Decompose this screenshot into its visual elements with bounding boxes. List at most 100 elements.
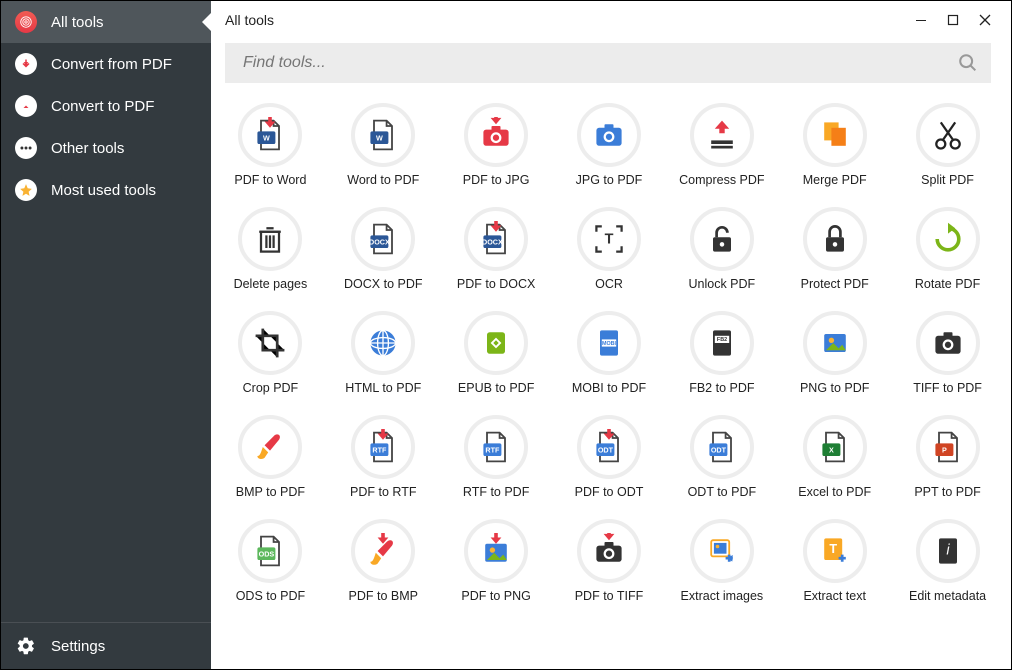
tool-tiff-to-pdf[interactable]: TIFF to PDF <box>892 303 1003 403</box>
svg-text:MOBI: MOBI <box>602 341 617 347</box>
tool-word-to-pdf[interactable]: W Word to PDF <box>328 95 439 195</box>
tool-ocr[interactable]: T OCR <box>554 199 665 299</box>
tool-pdf-to-docx[interactable]: DOCX PDF to DOCX <box>441 199 552 299</box>
camera-down-icon <box>464 103 528 167</box>
tool-pdf-to-rtf[interactable]: RTF PDF to RTF <box>328 407 439 507</box>
tool-epub-to-pdf[interactable]: EPUB to PDF <box>441 303 552 403</box>
word-icon: W <box>351 103 415 167</box>
tool-pdf-to-odt[interactable]: ODT PDF to ODT <box>554 407 665 507</box>
svg-text:FB2: FB2 <box>717 337 727 343</box>
svg-text:RTF: RTF <box>486 445 501 454</box>
tool-pdf-to-jpg[interactable]: PDF to JPG <box>441 95 552 195</box>
png-down-icon <box>464 519 528 583</box>
tool-rotate-pdf[interactable]: Rotate PDF <box>892 199 1003 299</box>
tool-fb2-to-pdf[interactable]: FB2 FB2 to PDF <box>666 303 777 403</box>
brush-icon <box>238 415 302 479</box>
tool-png-to-pdf[interactable]: PNG to PDF <box>779 303 890 403</box>
mobi-icon: MOBI <box>577 311 641 375</box>
main-panel: All tools W PDF to Word W Word to PDF PD… <box>211 1 1011 669</box>
maximize-button[interactable] <box>937 8 969 32</box>
sidebar-item-other-tools[interactable]: Other tools <box>1 127 211 169</box>
rotate-icon <box>916 207 980 271</box>
tool-rtf-to-pdf[interactable]: RTF RTF to PDF <box>441 407 552 507</box>
svg-text:DOCX: DOCX <box>482 237 503 246</box>
tool-split-pdf[interactable]: Split PDF <box>892 95 1003 195</box>
svg-text:ODT: ODT <box>711 445 727 454</box>
tool-odt-to-pdf[interactable]: ODT ODT to PDF <box>666 407 777 507</box>
lock-icon <box>803 207 867 271</box>
odt-icon: ODT <box>690 415 754 479</box>
close-button[interactable] <box>969 8 1001 32</box>
tool-label: Compress PDF <box>679 173 764 187</box>
tool-label: Word to PDF <box>347 173 419 187</box>
tool-label: PDF to BMP <box>349 589 418 603</box>
tool-label: Protect PDF <box>801 277 869 291</box>
sidebar-item-label: Most used tools <box>51 182 156 199</box>
tool-label: Merge PDF <box>803 173 867 187</box>
tool-jpg-to-pdf[interactable]: JPG to PDF <box>554 95 665 195</box>
tool-html-to-pdf[interactable]: HTML to PDF <box>328 303 439 403</box>
tool-pdf-to-word[interactable]: W PDF to Word <box>215 95 326 195</box>
tool-ods-to-pdf[interactable]: ODS ODS to PDF <box>215 511 326 611</box>
tool-pdf-to-png[interactable]: PDF to PNG <box>441 511 552 611</box>
tool-extract-text[interactable]: T Extract text <box>779 511 890 611</box>
tool-label: EPUB to PDF <box>458 381 534 395</box>
tool-compress-pdf[interactable]: Compress PDF <box>666 95 777 195</box>
tool-label: PNG to PDF <box>800 381 869 395</box>
arrow-up-icon <box>15 95 37 117</box>
sidebar-item-convert-to-pdf[interactable]: Convert to PDF <box>1 85 211 127</box>
tool-pdf-to-tiff[interactable]: PDF to TIFF <box>554 511 665 611</box>
svg-text:ODT: ODT <box>598 445 614 454</box>
svg-text:RTF: RTF <box>373 445 388 454</box>
fb2-icon: FB2 <box>690 311 754 375</box>
extract-img-icon <box>690 519 754 583</box>
unlock-icon <box>690 207 754 271</box>
rtf-down-icon: RTF <box>351 415 415 479</box>
rtf-icon: RTF <box>464 415 528 479</box>
tool-pdf-to-bmp[interactable]: PDF to BMP <box>328 511 439 611</box>
tool-label: HTML to PDF <box>345 381 421 395</box>
tool-label: PPT to PDF <box>914 485 980 499</box>
trash-icon <box>238 207 302 271</box>
svg-text:W: W <box>263 133 270 142</box>
sidebar-item-most-used-tools[interactable]: Most used tools <box>1 169 211 211</box>
tool-protect-pdf[interactable]: Protect PDF <box>779 199 890 299</box>
tool-label: DOCX to PDF <box>344 277 423 291</box>
tool-extract-images[interactable]: Extract images <box>666 511 777 611</box>
tool-crop-pdf[interactable]: Crop PDF <box>215 303 326 403</box>
tool-excel-to-pdf[interactable]: X Excel to PDF <box>779 407 890 507</box>
odt-down-icon: ODT <box>577 415 641 479</box>
settings-button[interactable]: Settings <box>1 623 211 669</box>
dots-icon <box>15 137 37 159</box>
minimize-button[interactable] <box>905 8 937 32</box>
tool-label: PDF to DOCX <box>457 277 536 291</box>
search-input[interactable] <box>225 43 991 83</box>
tool-label: MOBI to PDF <box>572 381 646 395</box>
svg-text:W: W <box>376 133 383 142</box>
settings-label: Settings <box>51 638 105 655</box>
tool-mobi-to-pdf[interactable]: MOBI MOBI to PDF <box>554 303 665 403</box>
tool-bmp-to-pdf[interactable]: BMP to PDF <box>215 407 326 507</box>
tool-label: Rotate PDF <box>915 277 980 291</box>
tool-label: Extract text <box>803 589 866 603</box>
docx-down-icon: DOCX <box>464 207 528 271</box>
tool-label: Excel to PDF <box>798 485 871 499</box>
tool-unlock-pdf[interactable]: Unlock PDF <box>666 199 777 299</box>
tool-label: Delete pages <box>234 277 308 291</box>
titlebar: All tools <box>211 1 1011 33</box>
sidebar-item-convert-from-pdf[interactable]: Convert from PDF <box>1 43 211 85</box>
tool-label: PDF to TIFF <box>575 589 644 603</box>
tool-ppt-to-pdf[interactable]: P PPT to PDF <box>892 407 1003 507</box>
sidebar-item-all-tools[interactable]: All tools <box>1 1 211 43</box>
svg-text:T: T <box>829 542 837 556</box>
tool-delete-pages[interactable]: Delete pages <box>215 199 326 299</box>
search-icon <box>957 52 979 74</box>
tool-edit-metadata[interactable]: i Edit metadata <box>892 511 1003 611</box>
tool-label: FB2 to PDF <box>689 381 754 395</box>
ppt-icon: P <box>916 415 980 479</box>
tool-merge-pdf[interactable]: Merge PDF <box>779 95 890 195</box>
tool-docx-to-pdf[interactable]: DOCX DOCX to PDF <box>328 199 439 299</box>
tools-area: W PDF to Word W Word to PDF PDF to JPG J… <box>211 89 1011 669</box>
svg-text:DOCX: DOCX <box>369 237 390 246</box>
page-title: All tools <box>225 12 905 28</box>
